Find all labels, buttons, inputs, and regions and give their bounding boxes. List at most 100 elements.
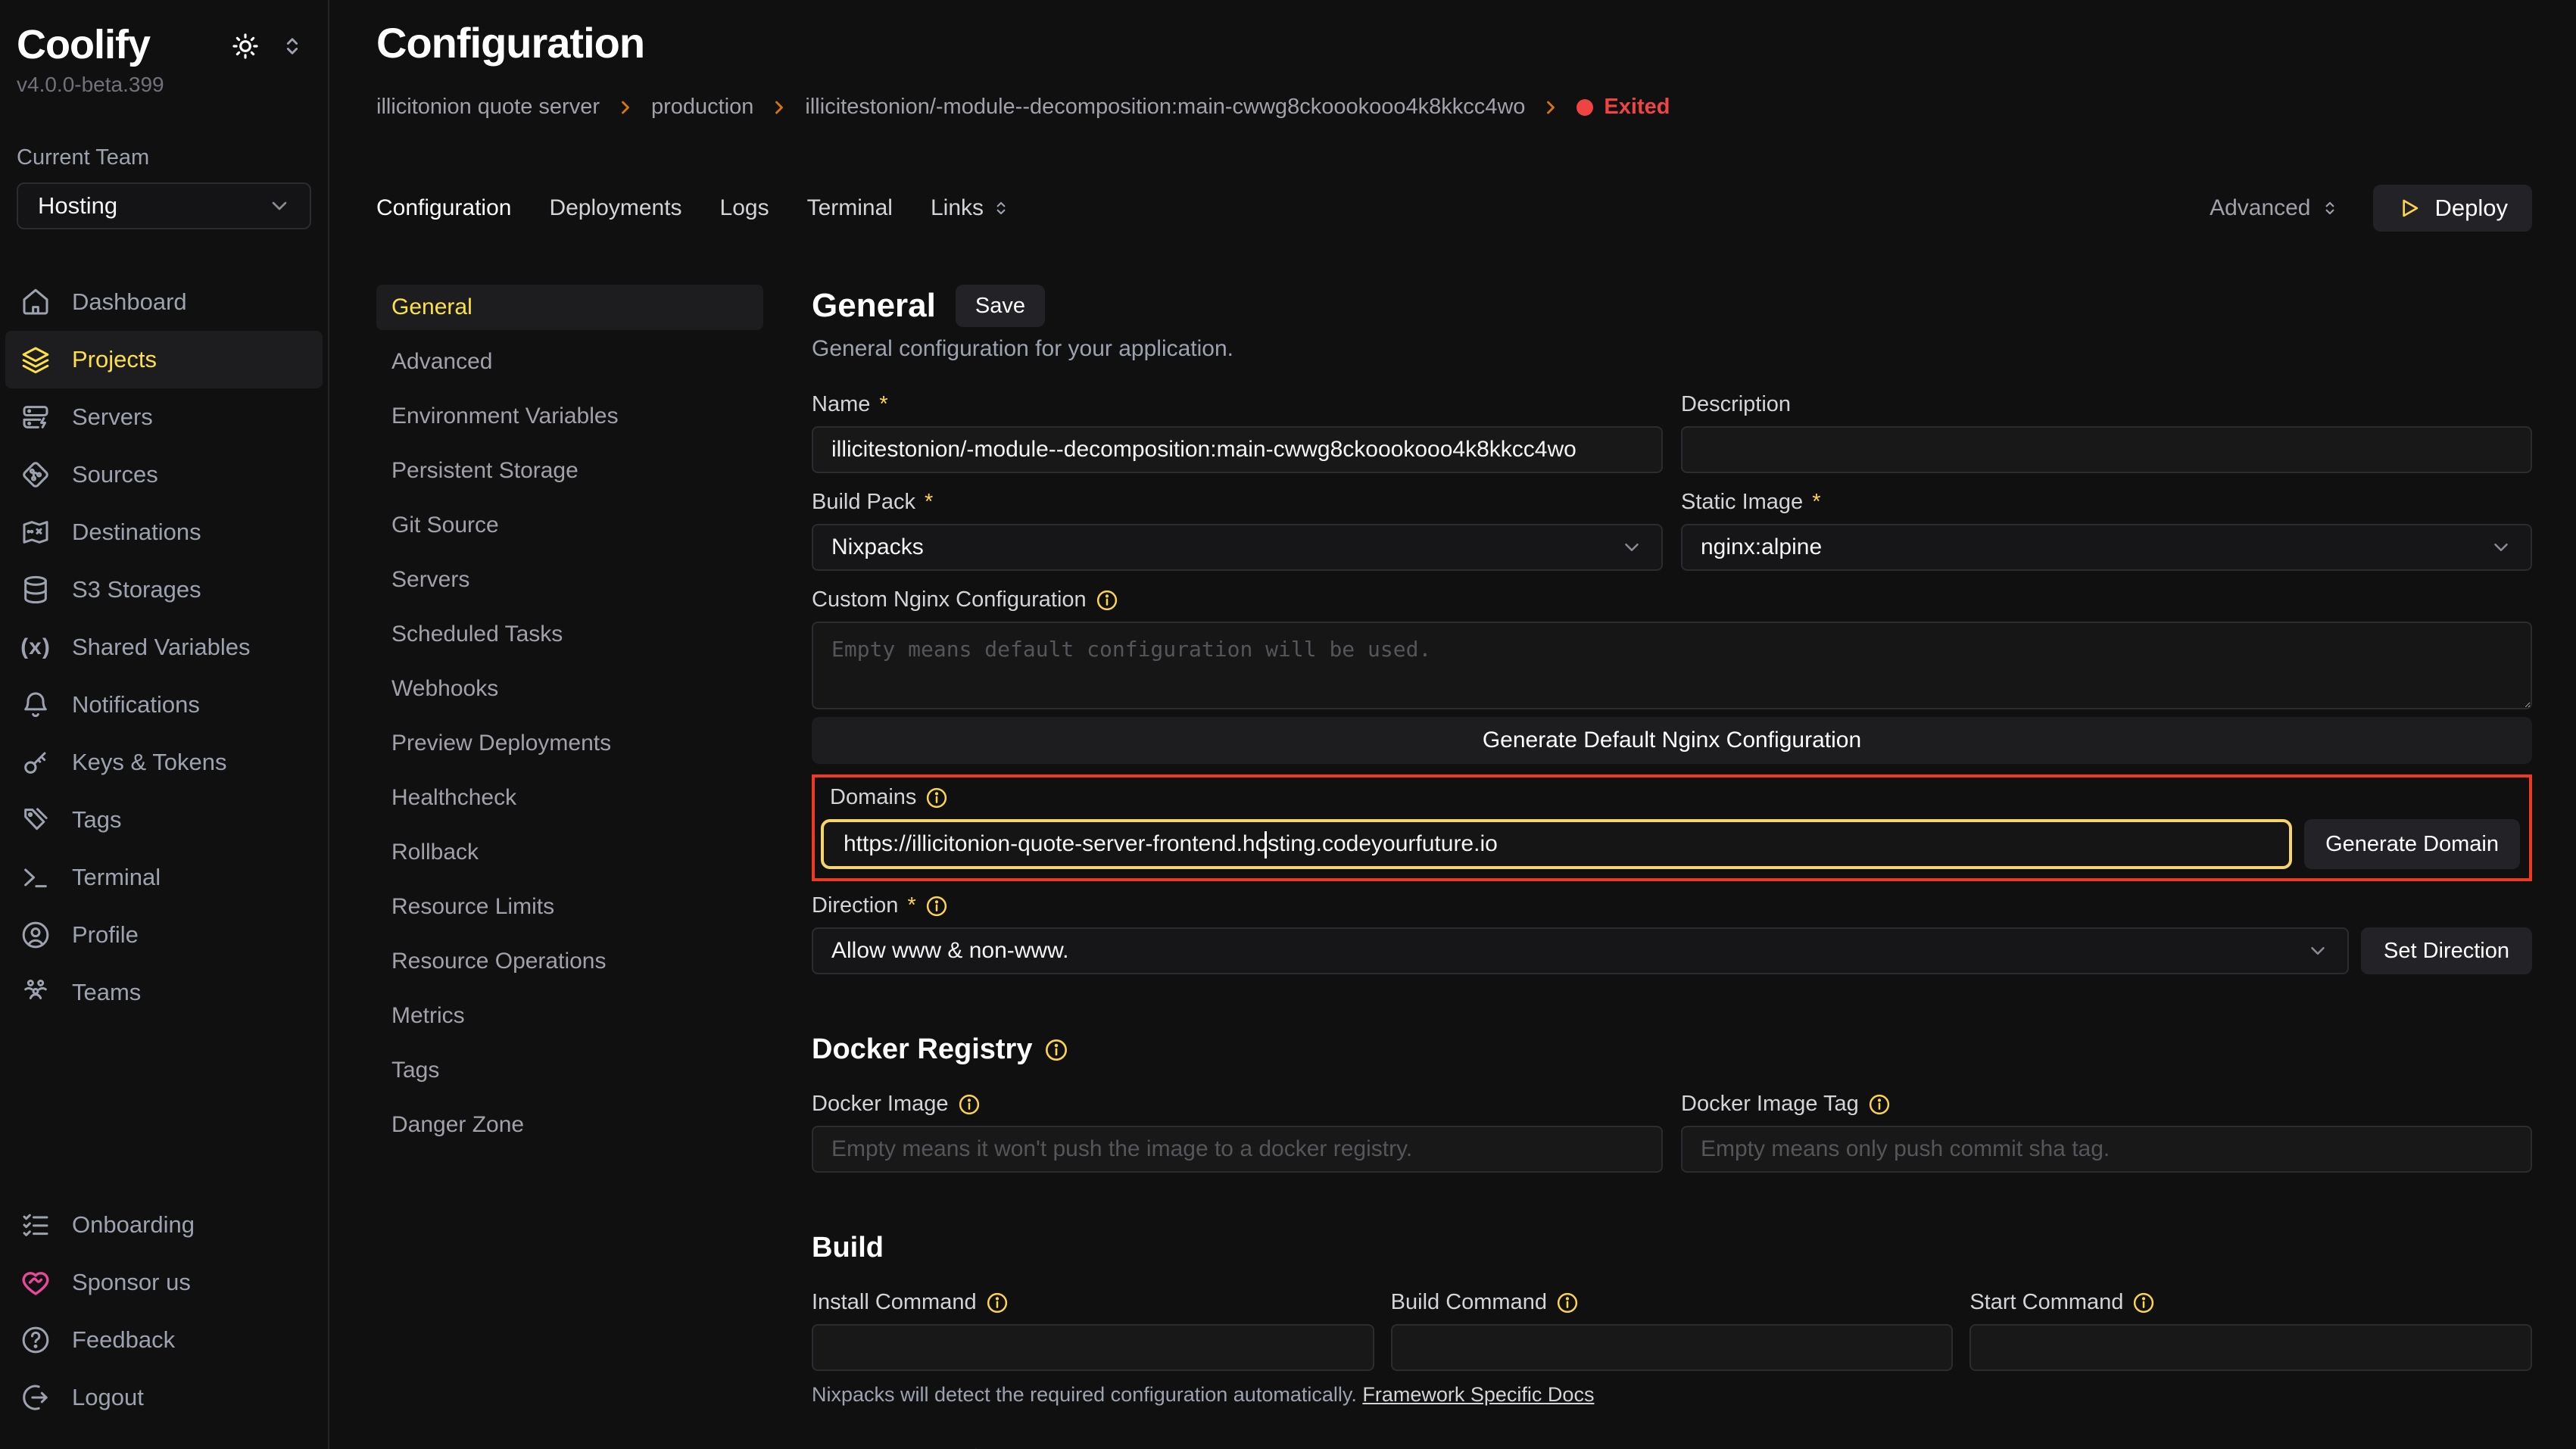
sidebar-item-sources[interactable]: Sources	[5, 446, 323, 503]
sidebar-item-sponsor-us[interactable]: Sponsor us	[5, 1254, 323, 1311]
generate-domain-button[interactable]: Generate Domain	[2304, 819, 2520, 869]
app-root: Coolify v4.0.0-beta.399 Current Team Hos…	[0, 0, 2576, 1449]
tab-links[interactable]: Links	[931, 195, 1011, 221]
tab-terminal[interactable]: Terminal	[807, 195, 893, 221]
shared-variables-icon: (x)	[20, 632, 51, 662]
config-menu-environment-variables[interactable]: Environment Variables	[376, 394, 763, 439]
sidebar-item-projects[interactable]: Projects	[5, 331, 323, 388]
advanced-dropdown[interactable]: Advanced	[2210, 195, 2339, 221]
app-logo: Coolify	[17, 21, 150, 68]
chevron-down-icon	[2306, 940, 2329, 962]
config-menu-webhooks[interactable]: Webhooks	[376, 666, 763, 712]
build-pack-label: Build Pack*	[812, 490, 1663, 515]
sidebar-item-servers[interactable]: Servers	[5, 388, 323, 446]
config-menu-advanced[interactable]: Advanced	[376, 339, 763, 385]
config-menu-general[interactable]: General	[376, 285, 763, 330]
name-input[interactable]	[812, 426, 1663, 473]
install-command-input[interactable]	[812, 1324, 1374, 1371]
sidebar-item-destinations[interactable]: Destinations	[5, 503, 323, 561]
chevron-right-icon	[615, 97, 636, 118]
sidebar-item-teams[interactable]: Teams	[5, 964, 323, 1021]
team-select[interactable]: Hosting	[17, 182, 311, 229]
sidebar-item-shared-variables[interactable]: (x) Shared Variables	[5, 619, 323, 676]
set-direction-button[interactable]: Set Direction	[2361, 927, 2532, 974]
config-menu-persistent-storage[interactable]: Persistent Storage	[376, 448, 763, 494]
config-menu-scheduled-tasks[interactable]: Scheduled Tasks	[376, 612, 763, 657]
config-menu-rollback[interactable]: Rollback	[376, 830, 763, 875]
sidebar-item-s3-storages[interactable]: S3 Storages	[5, 561, 323, 619]
install-command-label: Install Command	[812, 1290, 1374, 1315]
sidebar-item-notifications[interactable]: Notifications	[5, 676, 323, 734]
logout-icon	[20, 1382, 51, 1413]
chevron-right-icon	[1540, 97, 1561, 118]
section-subtitle: General configuration for your applicati…	[812, 336, 2532, 362]
sidebar-item-onboarding[interactable]: Onboarding	[5, 1196, 323, 1254]
breadcrumb-application[interactable]: illicitestonion/-module--decomposition:m…	[805, 95, 1525, 120]
config-menu-danger-zone[interactable]: Danger Zone	[376, 1102, 763, 1148]
start-command-input[interactable]	[1969, 1324, 2532, 1371]
build-command-input[interactable]	[1391, 1324, 1954, 1371]
domains-highlight-box: Domains Generate Domain	[812, 774, 2532, 881]
breadcrumb-project[interactable]: illicitonion quote server	[376, 95, 600, 120]
static-image-select[interactable]: nginx:alpine	[1681, 524, 2532, 571]
sidebar-collapse-chevrons-icon[interactable]	[279, 33, 305, 59]
tags-icon	[20, 805, 51, 835]
sidebar-item-profile[interactable]: Profile	[5, 906, 323, 964]
config-menu-git-source[interactable]: Git Source	[376, 503, 763, 548]
checklist-icon	[20, 1210, 51, 1240]
chevrons-up-down-icon	[991, 198, 1011, 218]
direction-label: Direction*	[812, 893, 2532, 918]
app-version: v4.0.0-beta.399	[0, 68, 328, 97]
config-menu-metrics[interactable]: Metrics	[376, 993, 763, 1039]
sidebar-nav: Dashboard Projects Servers Sources Desti…	[0, 273, 328, 1021]
sidebar-item-keys-tokens[interactable]: Keys & Tokens	[5, 734, 323, 791]
heart-hands-icon	[20, 1267, 51, 1298]
deploy-button[interactable]: Deploy	[2373, 185, 2533, 232]
domains-input[interactable]	[821, 819, 2292, 869]
nginx-config-label: Custom Nginx Configuration	[812, 587, 2532, 612]
name-label: Name*	[812, 392, 1663, 417]
build-pack-select[interactable]: Nixpacks	[812, 524, 1663, 571]
direction-select[interactable]: Allow www & non-www.	[812, 927, 2349, 974]
config-menu-servers[interactable]: Servers	[376, 557, 763, 603]
config-menu-resource-limits[interactable]: Resource Limits	[376, 884, 763, 930]
sidebar-item-tags[interactable]: Tags	[5, 791, 323, 849]
domains-label: Domains	[830, 785, 2520, 810]
section-title-build: Build	[812, 1232, 2532, 1264]
save-button[interactable]: Save	[956, 285, 1045, 327]
main-content: Configuration illicitonion quote server …	[329, 0, 2576, 1449]
section-title-docker-registry: Docker Registry	[812, 1033, 2532, 1066]
chevrons-up-down-icon	[2320, 198, 2340, 218]
nixpacks-note: Nixpacks will detect the required config…	[812, 1383, 2532, 1407]
info-icon	[1868, 1093, 1891, 1116]
sidebar-item-dashboard[interactable]: Dashboard	[5, 273, 323, 331]
docker-image-tag-input[interactable]	[1681, 1126, 2532, 1173]
sidebar-item-logout[interactable]: Logout	[5, 1369, 323, 1426]
config-menu-preview-deployments[interactable]: Preview Deployments	[376, 721, 763, 766]
framework-docs-link[interactable]: Framework Specific Docs	[1362, 1383, 1594, 1406]
config-menu-tags[interactable]: Tags	[376, 1048, 763, 1093]
nginx-config-textarea[interactable]	[812, 622, 2532, 709]
info-icon	[925, 895, 948, 918]
chevron-down-icon	[267, 194, 292, 218]
theme-toggle-sun-icon[interactable]	[231, 32, 260, 61]
help-circle-icon	[20, 1325, 51, 1355]
tab-configuration[interactable]: Configuration	[376, 195, 511, 221]
tab-deployments[interactable]: Deployments	[549, 195, 681, 221]
config-menu: General Advanced Environment Variables P…	[376, 285, 763, 1449]
teams-icon	[20, 977, 51, 1008]
docker-image-label: Docker Image	[812, 1092, 1663, 1117]
key-icon	[20, 747, 51, 777]
info-icon	[1044, 1038, 1068, 1062]
generate-nginx-config-button[interactable]: Generate Default Nginx Configuration	[812, 717, 2532, 764]
config-menu-healthcheck[interactable]: Healthcheck	[376, 775, 763, 821]
breadcrumb-environment[interactable]: production	[651, 95, 753, 120]
docker-image-input[interactable]	[812, 1126, 1663, 1173]
status-badge: Exited	[1576, 95, 1670, 120]
sidebar-item-feedback[interactable]: Feedback	[5, 1311, 323, 1369]
sidebar-item-terminal[interactable]: Terminal	[5, 849, 323, 906]
config-menu-resource-operations[interactable]: Resource Operations	[376, 939, 763, 984]
description-input[interactable]	[1681, 426, 2532, 473]
tab-logs[interactable]: Logs	[720, 195, 769, 221]
database-icon	[20, 575, 51, 605]
